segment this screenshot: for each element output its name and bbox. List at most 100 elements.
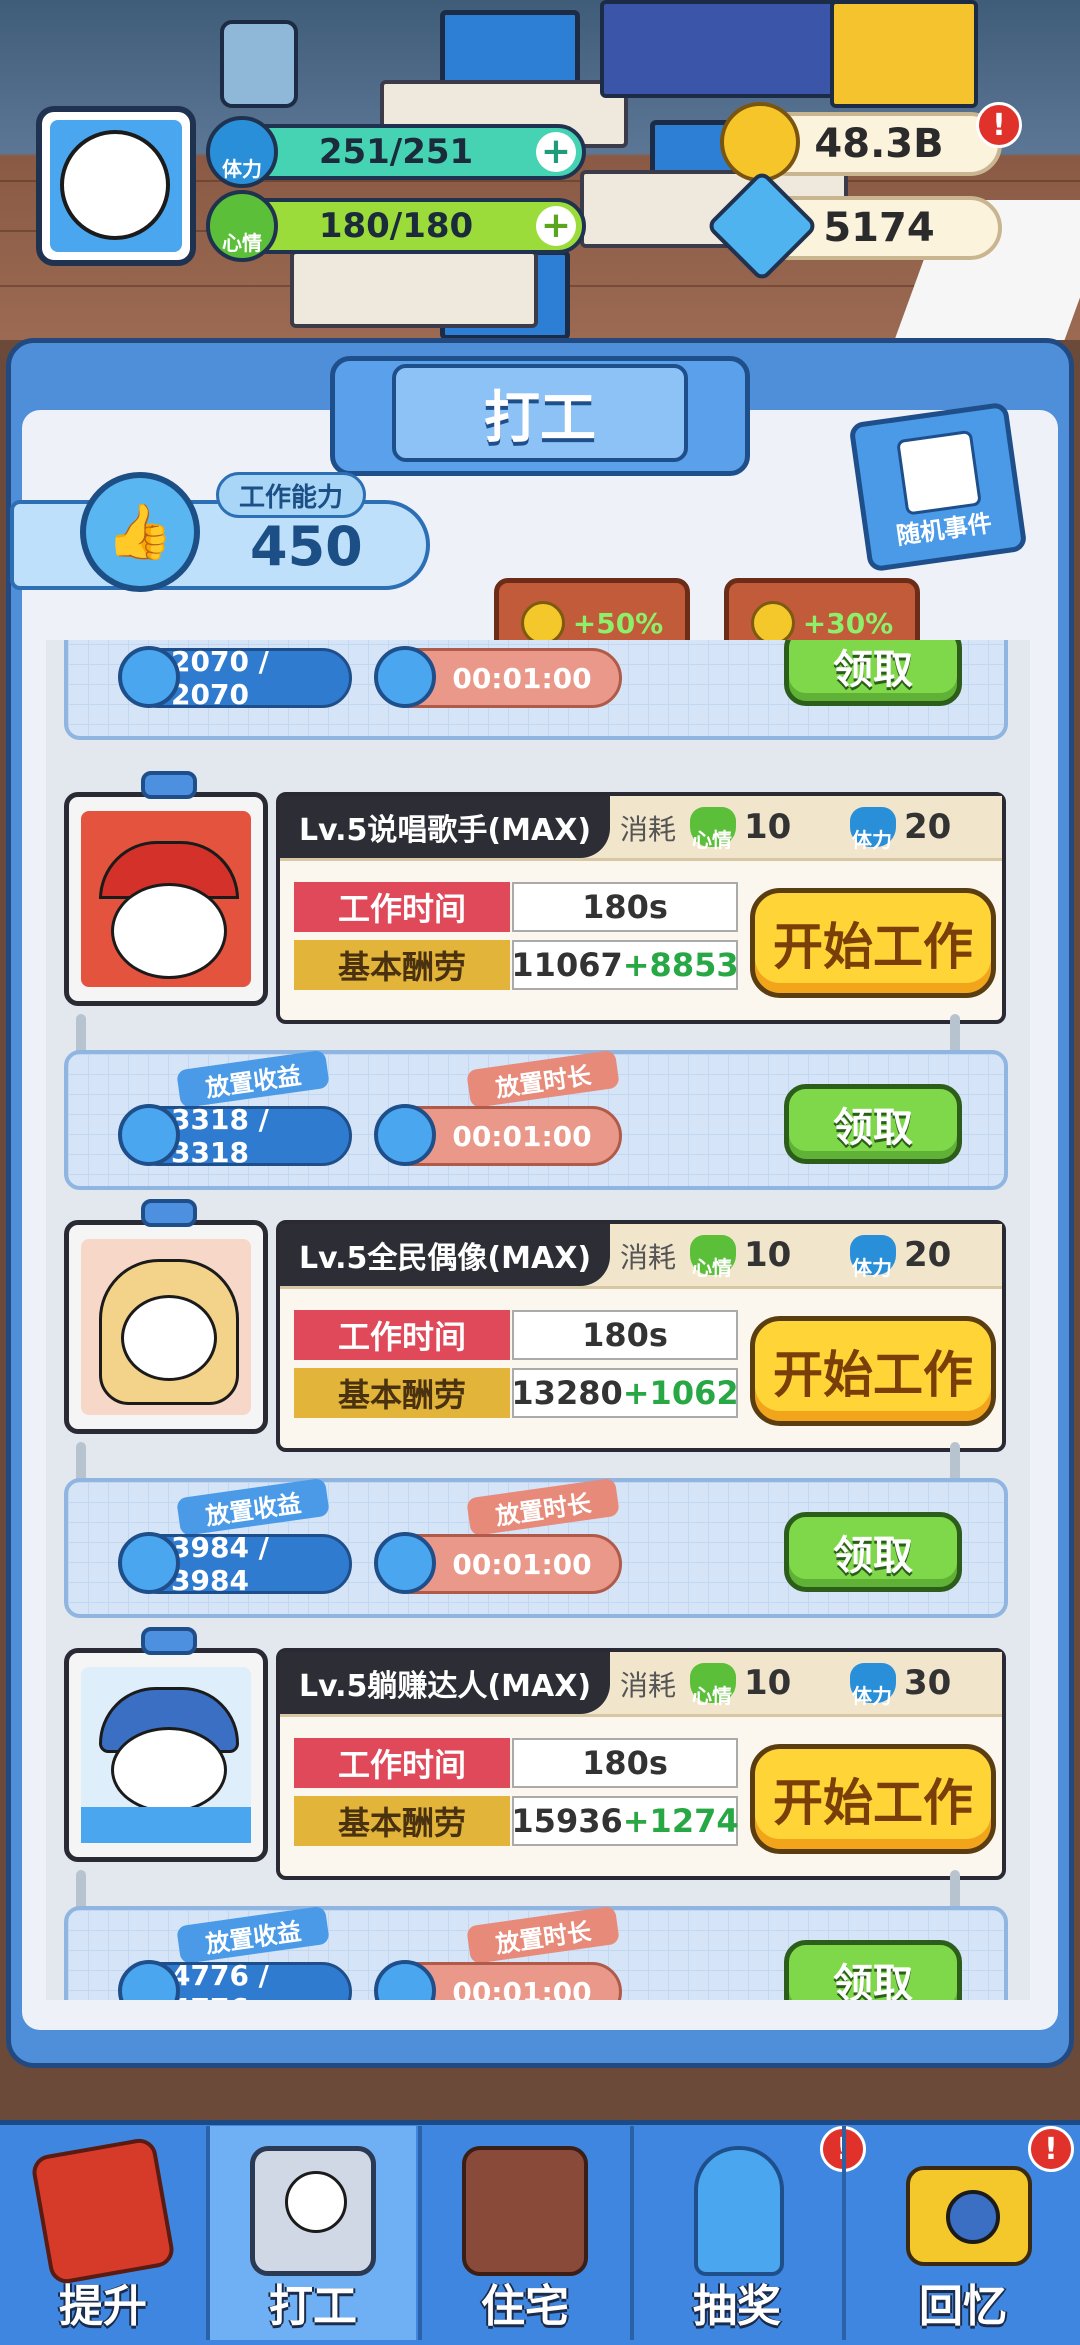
stamina-cost: 30 [904,1663,952,1703]
nav-item-home[interactable]: 住宅 [422,2126,628,2340]
nav-item-lottery[interactable]: 抽奖 [634,2126,840,2340]
memories-alert-badge: ! [1028,2126,1074,2172]
consume-label: 消耗 [620,1669,677,1702]
claim-button[interactable]: 领取 [784,1084,962,1164]
work-time-label: 工作时间 [294,1310,510,1360]
notepad-icon [896,429,982,516]
start-work-button[interactable]: 开始工作 [750,1744,996,1854]
base-pay-label: 基本酬劳 [294,1796,510,1846]
book-icon [29,2136,177,2286]
base-pay-value: 11067 +8853 [511,940,739,990]
job-name: Lv.5全民偶像(MAX) [280,1224,610,1286]
heart-icon: 心情 [690,1663,736,1708]
ability-label: 工作能力 [216,472,366,518]
stamina-cost: 20 [904,1235,952,1275]
idle-duration-value: 00:01:00 [452,1547,592,1581]
work-time-value: 180s [512,1310,738,1360]
work-time-value: 180s [512,1738,738,1788]
coin-icon [720,102,800,182]
idle-duration-label: 放置时长 [466,1905,620,1965]
add-stamina-button[interactable]: + [536,132,576,172]
mood-cost: 10 [744,1235,792,1275]
base-pay-value: 13280 +1062 [511,1368,739,1418]
nav-item-upgrade[interactable]: 提升 [0,2126,206,2340]
job-card: Lv.5说唱歌手(MAX) 消耗 心情 10 体力 20 工作时间 180s 基… [276,792,1006,1024]
coin-timer-icon [118,1104,180,1166]
add-mood-button[interactable]: + [536,206,576,246]
start-work-button[interactable]: 开始工作 [750,888,996,998]
mood-cost: 10 [744,807,792,847]
coin-alert-badge: ! [976,102,1022,148]
stamina-icon: 体力 [850,1663,896,1708]
job-card: Lv.5全民偶像(MAX) 消耗 心情 10 体力 20 工作时间 180s 基… [276,1220,1006,1452]
idle-income-label: 放置收益 [176,1477,330,1537]
job-portrait [64,1199,268,1434]
mood-cost: 10 [744,1663,792,1703]
random-event-button[interactable]: 随机事件 [848,401,1028,573]
idle-duration-label: 放置时长 [466,1049,620,1109]
job-portrait [64,771,268,1006]
player-avatar[interactable] [36,106,196,266]
consume-label: 消耗 [620,1241,677,1274]
thumbs-up-icon: 👍 [80,472,200,592]
stamina-value: 251/251 [318,132,474,172]
id-badge-icon [250,2146,376,2276]
stamina-cost: 20 [904,807,952,847]
idle-panel: 2070 / 2070 00:01:00 领取 [64,640,1008,740]
sleeper-portrait [81,1667,251,1843]
idle-duration-value: 00:01:00 [452,1119,592,1153]
heart-icon: 心情 [206,190,278,262]
job-portrait [64,1627,268,1862]
job-card: Lv.5躺赚达人(MAX) 消耗 心情 10 体力 30 工作时间 180s 基… [276,1648,1006,1880]
hourglass-icon [374,646,436,708]
coin-boost-icon [520,601,565,645]
claim-button[interactable]: 领取 [784,640,962,706]
idol-portrait [81,1239,251,1415]
coin-value: 48.3B [814,121,944,167]
coin-timer-icon [118,646,180,708]
idle-panel: 放置收益 放置时长 3984 / 3984 00:01:00 领取 [64,1477,1008,1618]
base-pay-label: 基本酬劳 [294,940,510,990]
idle-panel: 放置收益 放置时长 3318 / 3318 00:01:00 领取 [64,1049,1008,1190]
heart-icon: 心情 [690,807,736,852]
job-list[interactable]: 2070 / 2070 00:01:00 领取 Lv.5说唱歌手(MAX) 消耗… [46,640,1030,2000]
idle-panel: 放置收益 放置时长 4776 / 4776 00:01:00 领取 [64,1905,1008,2001]
thumbs-coin-icon [750,601,795,645]
idle-income-label: 放置收益 [176,1049,330,1109]
work-time-value: 180s [512,882,738,932]
base-pay-value: 15936 +1274 [511,1796,739,1846]
claim-button[interactable]: 领取 [784,1512,962,1592]
ability-ribbon [10,500,430,590]
bonus-pay: +1274 [622,1802,739,1840]
smiley-face-icon [60,130,170,240]
bonus-pay: +8853 [622,946,739,984]
bonus-pay: +1062 [622,1374,739,1412]
rapper-portrait [81,811,251,987]
coin-timer-icon [118,1532,180,1594]
gacha-machine-icon [694,2146,784,2276]
gem-value: 5174 [823,205,935,251]
panel-title: 打工 [392,364,688,462]
heart-icon: 心情 [690,1235,736,1280]
stamina-icon: 体力 [850,807,896,852]
camera-icon [906,2166,1032,2266]
job-name: Lv.5说唱歌手(MAX) [280,796,610,858]
hourglass-icon [374,1532,436,1594]
mood-value: 180/180 [318,206,474,246]
ability-value: 450 [250,515,363,578]
stamina-icon: 体力 [206,116,278,188]
idle-income-label: 放置收益 [176,1905,330,1965]
work-time-label: 工作时间 [294,882,510,932]
job-name: Lv.5躺赚达人(MAX) [280,1652,610,1714]
stamina-icon: 体力 [850,1235,896,1280]
claim-button[interactable]: 领取 [784,1940,962,2000]
consume-label: 消耗 [620,813,677,846]
nav-item-work[interactable]: 打工 [210,2126,416,2340]
hourglass-icon [374,1104,436,1166]
start-work-button[interactable]: 开始工作 [750,1316,996,1426]
house-icon [462,2146,588,2276]
idle-duration-value: 00:01:00 [452,661,592,695]
work-time-label: 工作时间 [294,1738,510,1788]
idle-duration-label: 放置时长 [466,1477,620,1537]
idle-duration-value: 00:01:00 [452,1975,592,2001]
